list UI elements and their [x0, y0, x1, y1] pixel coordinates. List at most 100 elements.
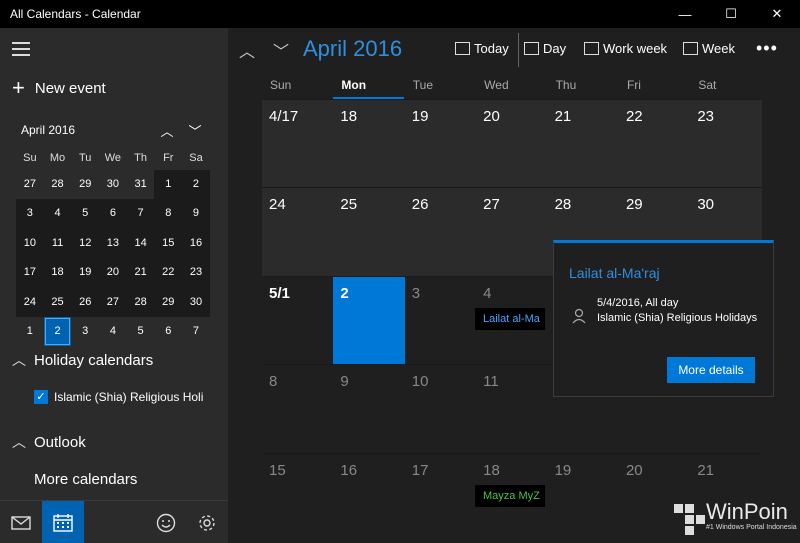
mini-day[interactable]: 16: [182, 228, 210, 259]
mini-day[interactable]: 17: [16, 258, 44, 288]
day-cell[interactable]: 11: [476, 365, 548, 453]
more-details-button[interactable]: More details: [667, 357, 755, 383]
mini-dow-label: Th: [134, 152, 148, 164]
day-cell[interactable]: 19: [404, 100, 477, 188]
mini-day[interactable]: 12: [71, 228, 100, 259]
day-view-button[interactable]: Day: [524, 41, 566, 56]
mini-day[interactable]: 9: [182, 199, 210, 229]
day-cell[interactable]: 15: [262, 453, 334, 541]
day-cell[interactable]: 22: [618, 100, 691, 188]
day-cell[interactable]: 3: [404, 276, 477, 365]
calendar-checkbox-islamic[interactable]: ✓ Islamic (Shia) Religious Holi: [34, 390, 203, 404]
mini-day[interactable]: 25: [43, 287, 72, 317]
new-event-button[interactable]: + New event: [12, 77, 106, 99]
checkmark-icon[interactable]: ✓: [34, 390, 48, 404]
chevron-down-icon[interactable]: ﹀: [188, 121, 202, 140]
mini-day[interactable]: 8: [154, 199, 183, 229]
mail-icon[interactable]: [0, 501, 42, 543]
outlook-section[interactable]: ︿ Outlook: [12, 432, 86, 452]
event-lailat-al-maraj[interactable]: Lailat al-Ma: [475, 308, 545, 330]
chevron-down-icon[interactable]: ﹀: [270, 38, 292, 62]
mini-day[interactable]: 7: [182, 317, 210, 346]
day-cell[interactable]: 19: [547, 453, 619, 541]
day-cell[interactable]: 21: [547, 100, 619, 188]
chevron-up-icon[interactable]: ︿: [236, 38, 258, 62]
day-cell[interactable]: 4/17: [262, 100, 334, 188]
day-cell[interactable]: 10: [404, 365, 477, 453]
mini-day[interactable]: 3: [71, 317, 99, 346]
event-popup: Lailat al-Ma'raj 5/4/2016, All day Islam…: [553, 240, 774, 397]
mini-day[interactable]: 14: [126, 228, 155, 259]
minimize-button[interactable]: —: [662, 0, 708, 28]
event-mayza[interactable]: Mayza MyZ: [475, 485, 545, 507]
mini-day[interactable]: 23: [182, 258, 210, 288]
mini-day[interactable]: 11: [43, 228, 72, 259]
mini-day[interactable]: 5: [127, 317, 155, 346]
chevron-up-icon[interactable]: ︿: [160, 121, 174, 140]
mini-day[interactable]: 22: [154, 258, 183, 288]
mini-day[interactable]: 1: [16, 317, 44, 346]
mini-dow-label: Fr: [163, 152, 174, 164]
settings-gear-icon[interactable]: [186, 501, 228, 543]
day-cell[interactable]: 2: [333, 276, 405, 365]
work-week-view-button[interactable]: Work week: [584, 41, 667, 56]
day-cell[interactable]: 27: [476, 188, 548, 276]
watermark-name: WinPoin: [706, 499, 788, 524]
mini-week-row: 24 25 26 27 28 29 30: [16, 287, 210, 317]
mini-week-row: 10 11 12 13 14 15 16: [16, 228, 210, 259]
day-cell[interactable]: 18: [333, 100, 405, 188]
mini-day[interactable]: 13: [99, 228, 127, 259]
mini-day[interactable]: 2: [182, 170, 210, 200]
mini-day[interactable]: 27: [16, 170, 44, 199]
maximize-button[interactable]: ☐: [708, 0, 754, 28]
mini-day[interactable]: 3: [16, 199, 44, 229]
day-cell[interactable]: 9: [333, 365, 405, 453]
holiday-calendars-section[interactable]: ︿ Holiday calendars: [12, 350, 153, 370]
mini-day[interactable]: 6: [154, 317, 182, 346]
mini-day[interactable]: 27: [99, 287, 127, 317]
calendar-header: ︿ ﹀ April 2016 Today Day Work week Week …: [228, 28, 800, 70]
mini-day[interactable]: 29: [154, 287, 183, 317]
day-cell[interactable]: 23: [690, 100, 762, 188]
more-options-icon[interactable]: •••: [756, 38, 778, 59]
mini-day[interactable]: 18: [43, 258, 72, 288]
mini-day[interactable]: 28: [44, 170, 72, 199]
day-cell[interactable]: 8: [262, 365, 334, 453]
more-calendars-link[interactable]: More calendars: [34, 471, 137, 488]
close-button[interactable]: ✕: [754, 0, 800, 28]
today-button[interactable]: Today: [455, 41, 509, 56]
day-cell[interactable]: 17: [404, 453, 477, 541]
day-cell[interactable]: 26: [404, 188, 477, 276]
mini-day[interactable]: 4: [99, 317, 127, 346]
mini-day[interactable]: 31: [127, 170, 155, 199]
mini-day[interactable]: 24: [16, 287, 44, 317]
day-cell[interactable]: 5/1: [262, 276, 334, 365]
hamburger-menu-icon[interactable]: [12, 42, 30, 56]
mini-day[interactable]: 7: [126, 199, 155, 229]
day-cell[interactable]: 25: [333, 188, 405, 276]
day-cell[interactable]: 24: [262, 188, 334, 276]
mini-calendar-month[interactable]: April 2016: [21, 123, 75, 137]
mini-day[interactable]: 30: [182, 287, 210, 317]
day-cell[interactable]: 20: [476, 100, 548, 188]
day-cell[interactable]: 16: [333, 453, 405, 541]
mini-day[interactable]: 15: [154, 228, 183, 259]
mini-day[interactable]: 29: [71, 170, 99, 199]
mini-calendar-nav: ︿ ﹀: [160, 121, 202, 140]
week-view-button[interactable]: Week: [683, 41, 735, 56]
mini-day[interactable]: 19: [71, 258, 100, 288]
mini-day[interactable]: 2: [43, 316, 72, 347]
mini-day[interactable]: 30: [99, 170, 127, 199]
mini-day[interactable]: 10: [16, 228, 44, 259]
feedback-smiley-icon[interactable]: [145, 501, 187, 543]
mini-day[interactable]: 1: [154, 170, 183, 200]
mini-day[interactable]: 21: [126, 258, 155, 288]
mini-day[interactable]: 5: [71, 199, 100, 229]
mini-day[interactable]: 20: [99, 258, 127, 288]
month-title[interactable]: April 2016: [303, 36, 402, 62]
mini-day[interactable]: 6: [99, 199, 127, 229]
mini-day[interactable]: 4: [43, 199, 72, 229]
mini-day[interactable]: 26: [71, 287, 100, 317]
mini-day[interactable]: 28: [126, 287, 155, 317]
calendar-icon[interactable]: [42, 501, 84, 543]
